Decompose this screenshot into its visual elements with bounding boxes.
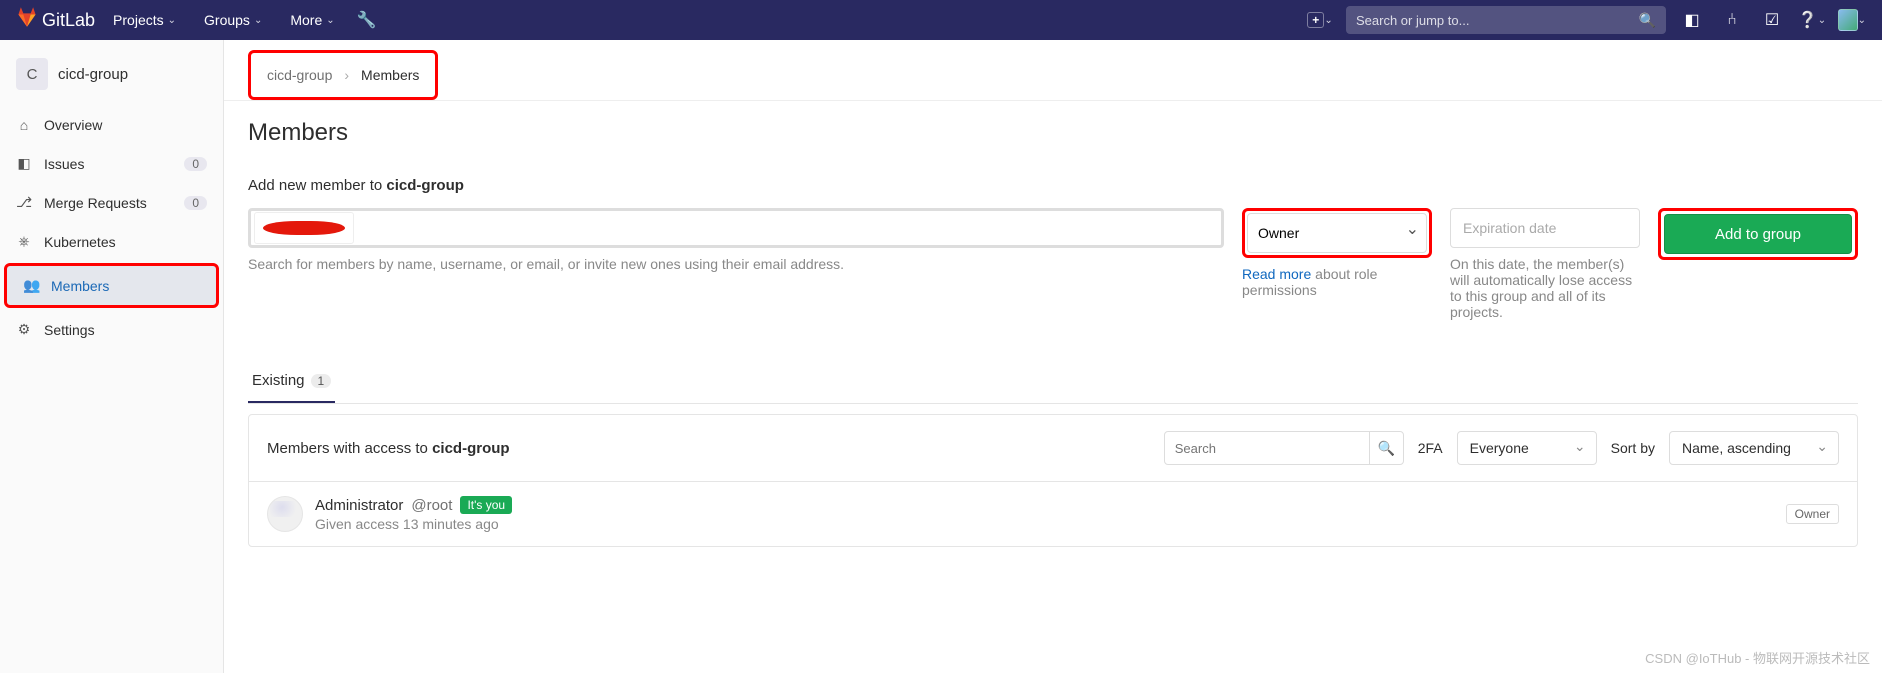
sidebar-item-kubernetes[interactable]: ⎈ Kubernetes bbox=[0, 222, 223, 261]
member-access-meta: Given access 13 minutes ago bbox=[315, 516, 1774, 532]
chevron-down-icon: ⌄ bbox=[1818, 15, 1826, 26]
expiration-date-input[interactable] bbox=[1450, 208, 1640, 248]
sidebar-item-overview[interactable]: ⌂ Overview bbox=[0, 106, 223, 144]
divider bbox=[224, 100, 1882, 101]
tab-count-badge: 1 bbox=[311, 374, 332, 388]
tab-label: Existing bbox=[252, 372, 305, 389]
home-icon: ⌂ bbox=[16, 117, 32, 133]
user-menu[interactable]: ⌄ bbox=[1838, 6, 1866, 34]
group-avatar: C bbox=[16, 58, 48, 90]
search-input[interactable] bbox=[1356, 13, 1639, 28]
chevron-down-icon: ⌄ bbox=[168, 15, 176, 26]
add-to-group-button[interactable]: Add to group bbox=[1664, 214, 1852, 254]
sort-by-label: Sort by bbox=[1611, 440, 1655, 456]
todos-shortcut-icon[interactable]: ☑ bbox=[1758, 6, 1786, 34]
new-dropdown[interactable]: +⌄ bbox=[1306, 6, 1334, 34]
expiration-help: On this date, the member(s) will automat… bbox=[1450, 256, 1640, 320]
two-fa-filter[interactable]: Everyone bbox=[1457, 431, 1597, 465]
panel-title: Members with access to cicd-group bbox=[267, 440, 1150, 457]
breadcrumb-parent[interactable]: cicd-group bbox=[267, 67, 332, 83]
sidebar: C cicd-group ⌂ Overview ◧ Issues 0 ⎇ Mer… bbox=[0, 40, 224, 673]
help-icon[interactable]: ❔⌄ bbox=[1798, 6, 1826, 34]
global-search[interactable]: 🔍 bbox=[1346, 6, 1666, 34]
member-role-badge: Owner bbox=[1786, 504, 1839, 524]
add-member-heading: Add new member to cicd-group bbox=[248, 177, 1858, 194]
avatar-icon bbox=[1838, 9, 1858, 31]
selected-member-chip[interactable] bbox=[254, 212, 354, 244]
nav-projects[interactable]: Projects⌄ bbox=[103, 4, 186, 36]
main-content: cicd-group › Members Members Add new mem… bbox=[224, 40, 1882, 673]
member-row: Administrator @root It's you Given acces… bbox=[249, 482, 1857, 546]
role-help: Read more about role permissions bbox=[1242, 266, 1432, 298]
member-tabs: Existing 1 bbox=[248, 360, 1858, 404]
members-icon: 👥 bbox=[23, 277, 39, 294]
brand-name: GitLab bbox=[42, 10, 95, 31]
role-select-wrap: Owner bbox=[1242, 208, 1432, 258]
breadcrumb: cicd-group › Members bbox=[248, 50, 438, 100]
sidebar-item-label: Merge Requests bbox=[44, 195, 147, 211]
redacted-content bbox=[255, 213, 353, 243]
chevron-right-icon: › bbox=[344, 67, 349, 83]
member-name-link[interactable]: Administrator bbox=[315, 497, 403, 514]
its-you-badge: It's you bbox=[460, 496, 512, 514]
add-button-highlight: Add to group bbox=[1658, 208, 1858, 260]
sidebar-item-settings[interactable]: ⚙ Settings bbox=[0, 310, 223, 349]
admin-wrench-icon[interactable]: 🔧 bbox=[353, 6, 381, 34]
role-help-link[interactable]: Read more bbox=[1242, 266, 1311, 282]
merge-requests-shortcut-icon[interactable]: ⑃ bbox=[1718, 6, 1746, 34]
member-search-input[interactable] bbox=[248, 208, 1224, 248]
member-name-line: Administrator @root It's you bbox=[315, 496, 1774, 514]
chevron-down-icon: ⌄ bbox=[326, 15, 334, 26]
sidebar-context[interactable]: C cicd-group bbox=[0, 48, 223, 106]
member-search-help: Search for members by name, username, or… bbox=[248, 256, 1224, 272]
members-panel: Members with access to cicd-group 🔍 2FA … bbox=[248, 414, 1858, 547]
members-panel-header: Members with access to cicd-group 🔍 2FA … bbox=[249, 415, 1857, 482]
issues-shortcut-icon[interactable]: ◧ bbox=[1678, 6, 1706, 34]
sidebar-item-issues[interactable]: ◧ Issues 0 bbox=[0, 144, 223, 183]
search-icon[interactable]: 🔍 bbox=[1369, 431, 1403, 465]
count-badge: 0 bbox=[184, 196, 207, 210]
top-navbar: GitLab Projects⌄ Groups⌄ More⌄ 🔧 +⌄ 🔍 ◧ … bbox=[0, 0, 1882, 40]
gear-icon: ⚙ bbox=[16, 321, 32, 338]
sidebar-item-label: Overview bbox=[44, 117, 102, 133]
navbar-right: +⌄ 🔍 ◧ ⑃ ☑ ❔⌄ ⌄ bbox=[1306, 6, 1866, 34]
add-member-form: Search for members by name, username, or… bbox=[248, 208, 1858, 320]
breadcrumb-current: Members bbox=[361, 67, 419, 83]
sidebar-item-label: Settings bbox=[44, 322, 95, 338]
kubernetes-icon: ⎈ bbox=[16, 233, 32, 250]
sidebar-item-label: Issues bbox=[44, 156, 84, 172]
sort-dropdown[interactable]: Name, ascending bbox=[1669, 431, 1839, 465]
sidebar-item-label: Kubernetes bbox=[44, 234, 116, 250]
member-info: Administrator @root It's you Given acces… bbox=[315, 496, 1774, 532]
count-badge: 0 bbox=[184, 157, 207, 171]
sidebar-item-label: Members bbox=[51, 278, 109, 294]
group-name: cicd-group bbox=[58, 66, 128, 83]
watermark: CSDN @IoTHub - 物联网开源技术社区 bbox=[1645, 648, 1870, 667]
issues-icon: ◧ bbox=[16, 155, 32, 172]
tab-existing[interactable]: Existing 1 bbox=[248, 360, 335, 403]
chevron-down-icon: ⌄ bbox=[1324, 15, 1332, 26]
two-fa-label: 2FA bbox=[1418, 440, 1443, 456]
nav-groups[interactable]: Groups⌄ bbox=[194, 4, 272, 36]
chevron-down-icon: ⌄ bbox=[254, 15, 262, 26]
sidebar-item-merge-requests[interactable]: ⎇ Merge Requests 0 bbox=[0, 183, 223, 222]
role-select[interactable]: Owner bbox=[1247, 213, 1427, 253]
member-avatar[interactable] bbox=[267, 496, 303, 532]
nav-more[interactable]: More⌄ bbox=[280, 4, 344, 36]
gitlab-logo[interactable]: GitLab bbox=[16, 6, 95, 34]
page-title: Members bbox=[248, 119, 1858, 147]
merge-request-icon: ⎇ bbox=[16, 194, 32, 211]
tanuki-icon bbox=[16, 6, 38, 34]
member-username: @root bbox=[411, 497, 452, 514]
members-search[interactable]: 🔍 bbox=[1164, 431, 1404, 465]
search-icon: 🔍 bbox=[1639, 12, 1656, 29]
plus-icon: + bbox=[1307, 12, 1324, 28]
chevron-down-icon: ⌄ bbox=[1858, 15, 1866, 26]
navbar-left: GitLab Projects⌄ Groups⌄ More⌄ 🔧 bbox=[16, 4, 381, 36]
sidebar-item-members[interactable]: 👥 Members bbox=[4, 263, 219, 308]
members-search-input[interactable] bbox=[1165, 441, 1369, 456]
